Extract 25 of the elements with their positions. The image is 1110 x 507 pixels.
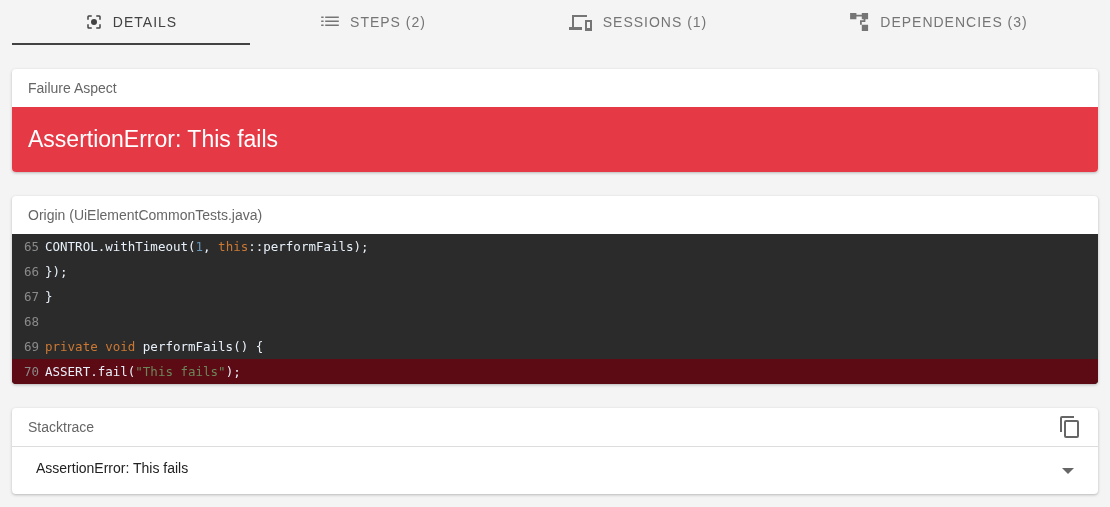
stacktrace-summary: AssertionError: This fails [36, 459, 189, 476]
tab[interactable]: SESSIONS (1) [496, 0, 780, 45]
tab[interactable]: STEPS (2) [250, 0, 496, 45]
error-message: AssertionError: This fails [28, 126, 279, 153]
line-number: 69 [22, 339, 39, 354]
code-line: ASSERT.fail("This fails"); [45, 364, 241, 379]
line-number: 65 [22, 239, 39, 254]
caret-icon[interactable] [1062, 467, 1074, 474]
code-line: CONTROL.withTimeout(1, this::performFails); [45, 239, 369, 254]
copy-icon[interactable] [1058, 415, 1082, 439]
line-number: 66 [22, 264, 39, 279]
tab[interactable]: DEPENDENCIES (3) [780, 0, 1098, 45]
card-title: Origin (UiElementCommonTests.java) [28, 207, 263, 223]
devices-icon [568, 12, 593, 31]
line-number: 67 [22, 289, 39, 304]
code-line: }); [45, 264, 68, 279]
tree-icon [850, 12, 871, 31]
focus-icon [84, 12, 103, 31]
code-line: } [45, 289, 53, 304]
card-title: Failure Aspect [28, 80, 117, 96]
line-number: 70 [22, 364, 39, 379]
code-line: private void performFails() { [45, 339, 264, 354]
line-number: 68 [22, 314, 39, 329]
card-title: Stacktrace [28, 419, 95, 435]
tab[interactable]: DETAILS [12, 0, 250, 45]
